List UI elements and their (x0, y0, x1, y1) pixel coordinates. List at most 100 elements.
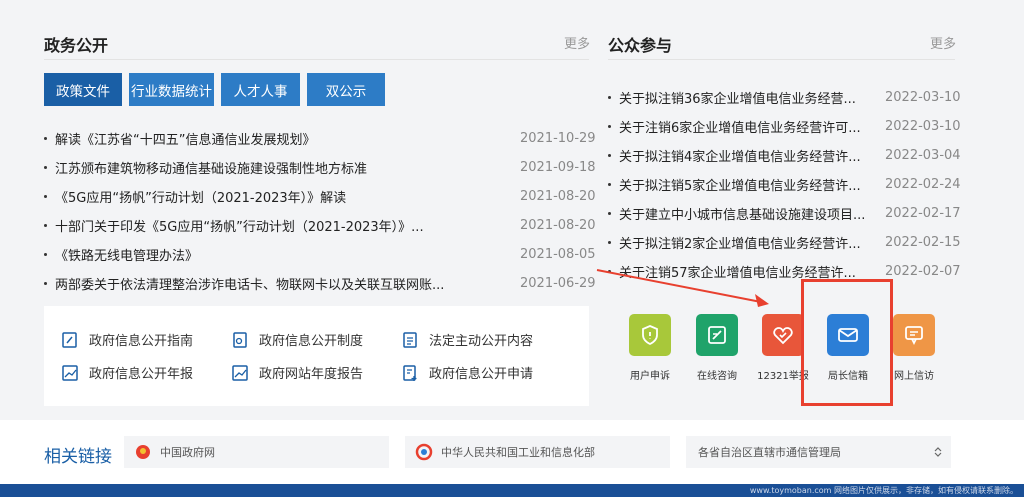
bullet (44, 137, 47, 140)
item-date: 2021-08-05 (520, 247, 596, 262)
edit-icon (708, 326, 726, 344)
select-arrows-icon (934, 447, 942, 457)
bullet (608, 241, 611, 244)
item-title[interactable]: 关于建立中小城市信息基础设施建设项目... (619, 204, 869, 223)
bullet (44, 282, 47, 285)
item-date: 2022-02-07 (885, 264, 961, 279)
service-label: 用户申诉 (630, 371, 670, 382)
chat-icon (905, 326, 923, 346)
item-title[interactable]: 江苏颁布建筑物移动通信基础设施建设强制性地方标准 (55, 158, 475, 177)
box-link-website-report[interactable]: 政府网站年度报告 (231, 363, 363, 382)
item-date: 2022-03-04 (885, 148, 961, 163)
gear-doc-icon (233, 331, 247, 348)
pen-doc-icon (62, 331, 77, 348)
service-report-button[interactable] (762, 314, 804, 356)
item-date: 2021-09-18 (520, 160, 596, 175)
chart-doc-icon (62, 364, 78, 381)
service-petition-button[interactable] (893, 314, 935, 356)
list-item[interactable]: 解读《江苏省“十四五”信息通信业发展规划》 2021-10-29 (44, 124, 596, 153)
public-participation-list: 关于拟注销36家企业增值电信业务经营... 2022-03-10 关于注销6家企业… (608, 83, 961, 286)
item-date: 2022-02-15 (885, 235, 961, 250)
tab-personnel[interactable]: 人才人事 (221, 73, 300, 106)
provincial-comm-select[interactable]: 各省自治区直辖市通信管理局 (686, 436, 951, 468)
list-item[interactable]: 关于拟注销5家企业增值电信业务经营许... 2022-02-24 (608, 170, 961, 199)
list-item[interactable]: 江苏颁布建筑物移动通信基础设施建设强制性地方标准 2021-09-18 (44, 153, 596, 182)
highlight-box (801, 279, 893, 406)
related-links-title: 相关链接 (44, 447, 112, 467)
bullet (44, 195, 47, 198)
item-date: 2022-03-10 (885, 90, 961, 105)
list-item[interactable]: 关于注销6家企业增值电信业务经营许可... 2022-03-10 (608, 112, 961, 141)
item-date: 2021-06-29 (520, 276, 596, 291)
list-item[interactable]: 关于拟注销4家企业增值电信业务经营许... 2022-03-04 (608, 141, 961, 170)
bullet (608, 96, 611, 99)
bullet (608, 183, 611, 186)
item-title[interactable]: 关于拟注销2家企业增值电信业务经营许... (619, 233, 869, 252)
link-miit[interactable]: 中华人民共和国工业和信息化部 (405, 436, 670, 468)
select-label: 各省自治区直辖市通信管理局 (698, 446, 841, 459)
box-link-label: 政府网站年度报告 (259, 367, 364, 382)
link-label: 中国政府网 (160, 446, 215, 459)
watermark: www.toymoban.com 网络图片仅供展示，非存储，如有侵权请联系删除。 (749, 486, 1018, 495)
item-title[interactable]: 《5G应用“扬帆”行动计划（2021-2023年）》解读 (55, 187, 475, 206)
tab-policy-docs[interactable]: 政策文件 (44, 73, 122, 106)
chart-doc-icon (232, 364, 248, 381)
bullet (44, 224, 47, 227)
service-label: 在线咨询 (697, 371, 737, 382)
arrow-annotation-icon (596, 269, 769, 307)
item-date: 2022-03-10 (885, 119, 961, 134)
tab-industry-stats[interactable]: 行业数据统计 (129, 73, 214, 106)
service-complaint-button[interactable] (629, 314, 671, 356)
tab-double-publicity[interactable]: 双公示 (307, 73, 385, 106)
list-item[interactable]: 关于拟注销36家企业增值电信业务经营... 2022-03-10 (608, 83, 961, 112)
box-link-apply[interactable]: 政府信息公开申请 (401, 363, 533, 382)
item-title[interactable]: 解读《江苏省“十四五”信息通信业发展规划》 (55, 129, 475, 148)
box-link-content[interactable]: 法定主动公开内容 (401, 330, 533, 349)
miit-logo-icon (415, 443, 433, 461)
list-item[interactable]: 《5G应用“扬帆”行动计划（2021-2023年）》解读 2021-08-20 (44, 182, 596, 211)
service-label: 网上信访 (894, 371, 934, 382)
item-date: 2021-08-20 (520, 218, 596, 233)
box-link-label: 政府信息公开年报 (89, 367, 194, 382)
gov-open-title: 政务公开 (44, 36, 109, 55)
list-item[interactable]: 两部委关于依法清理整治涉诈电话卡、物联网卡以及关联互联网账... 2021-06-… (44, 269, 596, 298)
gov-info-box: 政府信息公开指南 政府信息公开制度 法定主动公开内容 政府信息公开年报 政府网站… (44, 306, 589, 406)
box-link-label: 政府信息公开指南 (89, 334, 194, 349)
box-link-annual-report[interactable]: 政府信息公开年报 (61, 363, 193, 382)
bullet (608, 154, 611, 157)
gov-open-more-link[interactable]: 更多 (564, 33, 590, 52)
gov-open-list: 解读《江苏省“十四五”信息通信业发展规划》 2021-10-29 江苏颁布建筑物移… (44, 124, 596, 298)
list-item[interactable]: 十部门关于印发《5G应用“扬帆”行动计划（2021-2023年）》... 2021… (44, 211, 596, 240)
item-title[interactable]: 关于注销6家企业增值电信业务经营许可... (619, 117, 869, 136)
item-title[interactable]: 十部门关于印发《5G应用“扬帆”行动计划（2021-2023年）》... (55, 216, 475, 235)
box-link-label: 政府信息公开申请 (429, 367, 534, 382)
link-cn-gov[interactable]: 中国政府网 (124, 436, 389, 468)
item-title[interactable]: 关于拟注销36家企业增值电信业务经营... (619, 88, 869, 107)
service-consult-button[interactable] (696, 314, 738, 356)
heart-icon (773, 327, 793, 345)
box-link-guide[interactable]: 政府信息公开指南 (61, 330, 193, 349)
item-date: 2022-02-24 (885, 177, 961, 192)
gov-open-tabs: 政策文件 行业数据统计 人才人事 双公示 (44, 73, 385, 106)
item-title[interactable]: 《铁路无线电管理办法》 (55, 245, 475, 264)
item-title[interactable]: 关于拟注销5家企业增值电信业务经营许... (619, 175, 869, 194)
divider (44, 59, 589, 60)
box-link-label: 政府信息公开制度 (259, 334, 364, 349)
item-title[interactable]: 两部委关于依法清理整治涉诈电话卡、物联网卡以及关联互联网账... (55, 274, 475, 293)
shield-icon (642, 325, 658, 346)
public-participation-title: 公众参与 (608, 36, 673, 55)
item-title[interactable]: 关于拟注销4家企业增值电信业务经营许... (619, 146, 869, 165)
box-link-label: 法定主动公开内容 (429, 334, 534, 349)
bullet (608, 125, 611, 128)
bullet (44, 253, 47, 256)
related-links-bar: 相关链接 中国政府网 中华人民共和国工业和信息化部 各省自治区直辖市通信管理局 (0, 420, 1024, 484)
item-date: 2021-10-29 (520, 131, 596, 146)
list-item[interactable]: 《铁路无线电管理办法》 2021-08-05 (44, 240, 596, 269)
box-link-system[interactable]: 政府信息公开制度 (231, 330, 363, 349)
list-item[interactable]: 关于拟注销2家企业增值电信业务经营许... 2022-02-15 (608, 228, 961, 257)
bullet (44, 166, 47, 169)
list-doc-icon (403, 331, 417, 348)
item-date: 2022-02-17 (885, 206, 961, 221)
public-participation-more-link[interactable]: 更多 (930, 33, 956, 52)
list-item[interactable]: 关于建立中小城市信息基础设施建设项目... 2022-02-17 (608, 199, 961, 228)
